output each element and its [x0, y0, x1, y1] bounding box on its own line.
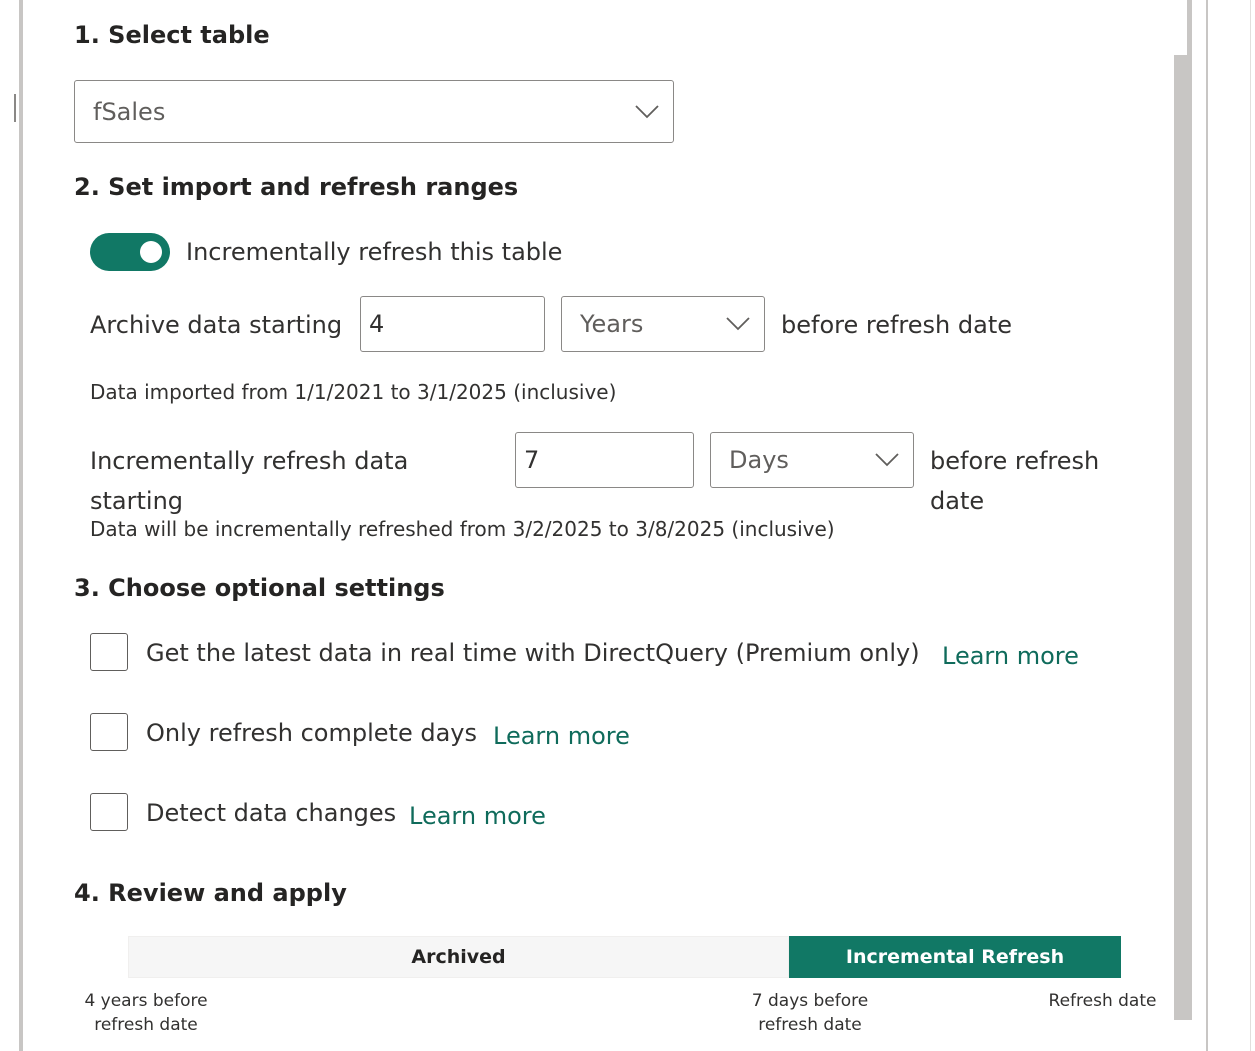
toggle-knob: [140, 241, 162, 263]
archive-label: Archive data starting: [90, 311, 343, 339]
scrollbar-thumb[interactable]: [1174, 55, 1192, 1020]
timeline-archived-segment: Archived: [128, 936, 789, 978]
incremental-note: Data will be incrementally refreshed fro…: [90, 517, 835, 541]
section-review-heading: 4. Review and apply: [74, 879, 347, 907]
incremental-suffix-line2: date: [930, 487, 985, 515]
section-ranges-heading: 2. Set import and refresh ranges: [74, 173, 519, 201]
left-panel-border: [19, 0, 23, 1051]
timeline-left-line1: 4 years before: [84, 991, 208, 1011]
toggle-label: Incrementally refresh this table: [186, 238, 563, 266]
complete-days-checkbox[interactable]: [90, 713, 128, 751]
complete-days-label: Only refresh complete days: [146, 719, 477, 747]
archive-value-text: 4: [369, 310, 385, 338]
timeline-mid-label: 7 days before refresh date: [735, 989, 885, 1037]
directquery-label: Get the latest data in real time with Di…: [146, 639, 920, 667]
detect-changes-label: Detect data changes: [146, 799, 397, 827]
section-select-table-heading: 1. Select table: [74, 21, 270, 49]
incremental-suffix-line1: before refresh: [930, 447, 1100, 475]
left-panel-tick: [14, 94, 16, 122]
timeline-left-label: 4 years before refresh date: [70, 989, 222, 1037]
directquery-checkbox[interactable]: [90, 633, 128, 671]
chevron-down-icon: [726, 317, 750, 331]
table-select-value: fSales: [93, 97, 166, 126]
chevron-down-icon: [635, 104, 659, 118]
chevron-down-icon: [875, 453, 899, 467]
detect-changes-learn-more-link[interactable]: Learn more: [409, 802, 546, 830]
incremental-value-input[interactable]: 7: [515, 432, 694, 488]
incremental-refresh-label: Incremental Refresh: [845, 946, 1065, 968]
archive-note: Data imported from 1/1/2021 to 3/1/2025 …: [90, 380, 617, 404]
section-optional-heading: 3. Choose optional settings: [74, 574, 445, 602]
scrollbar-top-edge: [1187, 0, 1192, 55]
table-select[interactable]: fSales: [74, 80, 674, 143]
timeline-incremental-segment: Incremental Refresh: [789, 936, 1121, 978]
archive-value-input[interactable]: 4: [360, 296, 545, 352]
timeline-mid-line2: refresh date: [758, 1015, 862, 1035]
incremental-label-line1: Incrementally refresh data: [90, 447, 409, 475]
incremental-label-line2: starting: [90, 487, 184, 515]
right-panel-border: [1206, 0, 1208, 1051]
archive-suffix: before refresh date: [781, 311, 1012, 339]
archived-label: Archived: [411, 946, 506, 968]
incremental-refresh-toggle[interactable]: [90, 233, 170, 271]
directquery-learn-more-link[interactable]: Learn more: [942, 642, 1079, 670]
complete-days-learn-more-link[interactable]: Learn more: [493, 722, 630, 750]
incremental-value-text: 7: [524, 446, 540, 474]
timeline-right-label: Refresh date: [1048, 991, 1157, 1011]
detect-changes-checkbox[interactable]: [90, 793, 128, 831]
archive-unit-value: Years: [580, 310, 644, 338]
incremental-unit-value: Days: [729, 446, 789, 474]
timeline-left-line2: refresh date: [94, 1015, 198, 1035]
timeline-mid-line1: 7 days before: [751, 991, 869, 1011]
archive-unit-select[interactable]: Years: [561, 296, 765, 352]
far-right-divider: [1250, 0, 1251, 1051]
incremental-unit-select[interactable]: Days: [710, 432, 914, 488]
